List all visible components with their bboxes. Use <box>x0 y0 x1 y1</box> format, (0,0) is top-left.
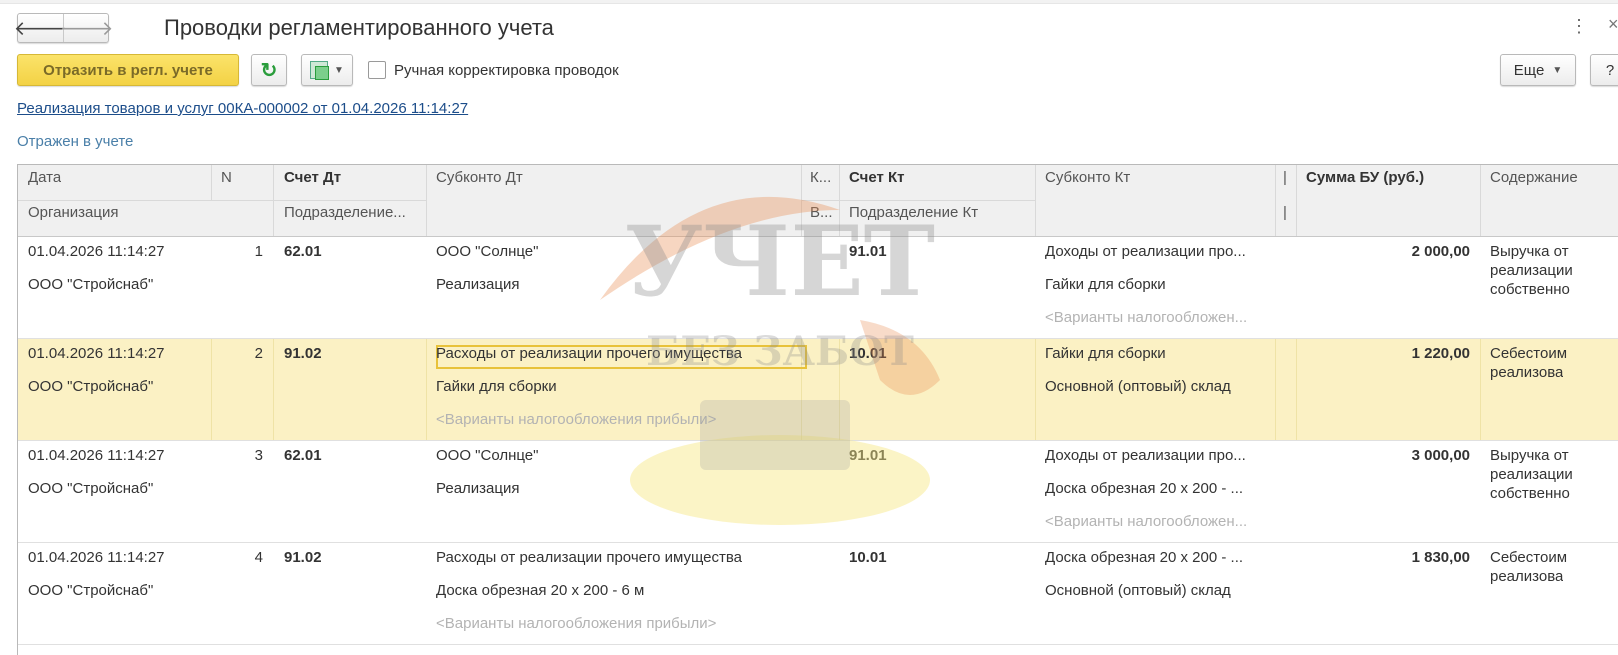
more-actions-icon[interactable]: ⋮ <box>1570 16 1588 37</box>
row-date: 01.04.2026 11:14:27 <box>28 447 165 464</box>
header-organization[interactable]: Организация <box>28 204 118 221</box>
row-subconto-kt-2: Основной (оптовый) склад <box>1045 378 1231 395</box>
navigation-buttons: 🡐 🡒 <box>14 13 113 43</box>
row-organization: ООО "Стройснаб" <box>28 582 154 599</box>
top-strip <box>0 0 1618 4</box>
row-number: 2 <box>254 345 263 362</box>
row-account-kt: 91.01 <box>849 447 887 464</box>
row-subconto-kt-2: Основной (оптовый) склад <box>1045 582 1231 599</box>
row-subconto-kt-1: Доска обрезная 20 х 200 - ... <box>1045 549 1244 566</box>
manual-correction-label[interactable]: Ручная корректировка проводок <box>394 62 619 79</box>
row-number: 3 <box>254 447 263 464</box>
row-subconto-dt-1: ООО "Солнце" <box>436 447 539 464</box>
row-content-3: собственно <box>1490 485 1570 502</box>
header-division-kt[interactable]: Подразделение Кт <box>849 204 978 221</box>
row-subconto-kt-2: Доска обрезная 20 х 200 - ... <box>1045 480 1244 497</box>
row-subconto-kt-2: Гайки для сборки <box>1045 276 1166 293</box>
row-amount: 1 830,00 <box>1411 549 1470 566</box>
arrow-right-icon: 🡒 <box>59 17 114 40</box>
header-date[interactable]: Дата <box>28 169 61 186</box>
header-subconto-kt[interactable]: Субконто Кт <box>1045 169 1130 186</box>
header-account-kt[interactable]: Счет Кт <box>849 169 905 186</box>
manual-correction-checkbox[interactable] <box>368 61 386 79</box>
more-button-label: Еще <box>1513 61 1545 79</box>
row-subconto-dt-3: <Варианты налогообложения прибыли> <box>436 411 717 428</box>
table-row[interactable]: 01.04.2026 11:14:27 3 62.01 ООО "Солнце"… <box>18 441 1618 543</box>
header-subconto-dt[interactable]: Субконто Дт <box>436 169 523 186</box>
header-separator: | <box>1283 204 1287 221</box>
row-content-1: Себестоим <box>1490 345 1568 362</box>
row-account-kt: 10.01 <box>849 345 887 362</box>
header-division-dt[interactable]: Подразделение... <box>284 204 422 221</box>
row-content-2: реализации <box>1490 262 1573 279</box>
refresh-icon: ↻ <box>260 59 278 82</box>
entries-table: Дата N Счет Дт Субконто Дт К... Счет Кт … <box>17 164 1618 655</box>
row-content-3: собственно <box>1490 281 1570 298</box>
row-subconto-dt-2: Гайки для сборки <box>436 378 557 395</box>
row-organization: ООО "Стройснаб" <box>28 276 154 293</box>
row-amount: 1 220,00 <box>1411 345 1470 362</box>
row-account-dt: 62.01 <box>284 243 322 260</box>
row-amount: 3 000,00 <box>1411 447 1470 464</box>
documents-icon <box>310 61 330 80</box>
row-subconto-dt-2: Доска обрезная 20 х 200 - 6 м <box>436 582 645 599</box>
row-content-2: реализова <box>1490 364 1564 381</box>
chevron-down-icon: ▼ <box>1552 64 1563 76</box>
related-documents-button[interactable]: ▼ <box>301 54 353 86</box>
chevron-down-icon: ▼ <box>334 64 344 76</box>
row-content-2: реализации <box>1490 466 1573 483</box>
row-subconto-kt-1: Доходы от реализации про... <box>1045 243 1246 260</box>
row-subconto-dt-2: Реализация <box>436 480 520 497</box>
post-to-accounting-button[interactable]: Отразить в регл. учете <box>17 54 239 86</box>
header-amount[interactable]: Сумма БУ (руб.) <box>1306 169 1424 186</box>
row-account-kt: 10.01 <box>849 549 887 566</box>
row-subconto-kt-1: Доходы от реализации про... <box>1045 447 1246 464</box>
row-content-2: реализова <box>1490 568 1564 585</box>
status-text: Отражен в учете <box>17 133 134 150</box>
document-link[interactable]: Реализация товаров и услуг 00КА-000002 о… <box>17 100 468 117</box>
header-n[interactable]: N <box>221 169 232 186</box>
row-subconto-dt-2: Реализация <box>436 276 520 293</box>
row-content-1: Себестоим <box>1490 549 1568 566</box>
header-content[interactable]: Содержание <box>1490 169 1618 186</box>
header-k[interactable]: К... <box>810 169 836 186</box>
row-account-dt: 62.01 <box>284 447 322 464</box>
table-header: Дата N Счет Дт Субконто Дт К... Счет Кт … <box>18 165 1618 237</box>
row-subconto-dt-1: ООО "Солнце" <box>436 243 539 260</box>
refresh-button[interactable]: ↻ <box>251 54 287 86</box>
row-organization: ООО "Стройснаб" <box>28 378 154 395</box>
row-subconto-dt-3: <Варианты налогообложения прибыли> <box>436 615 717 632</box>
forward-button[interactable]: 🡒 <box>60 14 113 42</box>
help-button[interactable]: ? <box>1590 54 1618 86</box>
row-content-1: Выручка от <box>1490 243 1569 260</box>
row-subconto-dt-1: Расходы от реализации прочего имущества <box>436 549 743 566</box>
row-account-dt: 91.02 <box>284 549 322 566</box>
table-row[interactable]: 01.04.2026 11:14:27 1 62.01 ООО "Солнце"… <box>18 237 1618 339</box>
header-account-dt[interactable]: Счет Дт <box>284 169 341 186</box>
close-icon[interactable]: × <box>1608 14 1618 35</box>
page-title: Проводки регламентированного учета <box>164 15 554 40</box>
row-date: 01.04.2026 11:14:27 <box>28 345 165 362</box>
row-amount: 2 000,00 <box>1411 243 1470 260</box>
row-number: 4 <box>254 549 263 566</box>
more-button[interactable]: Еще ▼ <box>1500 54 1576 86</box>
table-row-selected[interactable]: 01.04.2026 11:14:27 2 91.02 Расходы от р… <box>18 339 1618 441</box>
row-content-1: Выручка от <box>1490 447 1569 464</box>
row-subconto-kt-1: Гайки для сборки <box>1045 345 1166 362</box>
row-subconto-kt-3: <Варианты налогообложен... <box>1045 513 1248 530</box>
row-date: 01.04.2026 11:14:27 <box>28 243 165 260</box>
row-number: 1 <box>254 243 263 260</box>
back-button[interactable]: 🡐 <box>14 14 68 42</box>
header-v[interactable]: В... <box>810 204 836 221</box>
row-subconto-dt-1: Расходы от реализации прочего имущества <box>436 345 743 362</box>
row-account-dt: 91.02 <box>284 345 322 362</box>
table-row[interactable]: 01.04.2026 11:14:27 4 91.02 Расходы от р… <box>18 543 1618 645</box>
row-date: 01.04.2026 11:14:27 <box>28 549 165 566</box>
header-separator: | <box>1283 169 1287 186</box>
row-subconto-kt-3: <Варианты налогообложен... <box>1045 309 1248 326</box>
row-account-kt: 91.01 <box>849 243 887 260</box>
row-organization: ООО "Стройснаб" <box>28 480 154 497</box>
